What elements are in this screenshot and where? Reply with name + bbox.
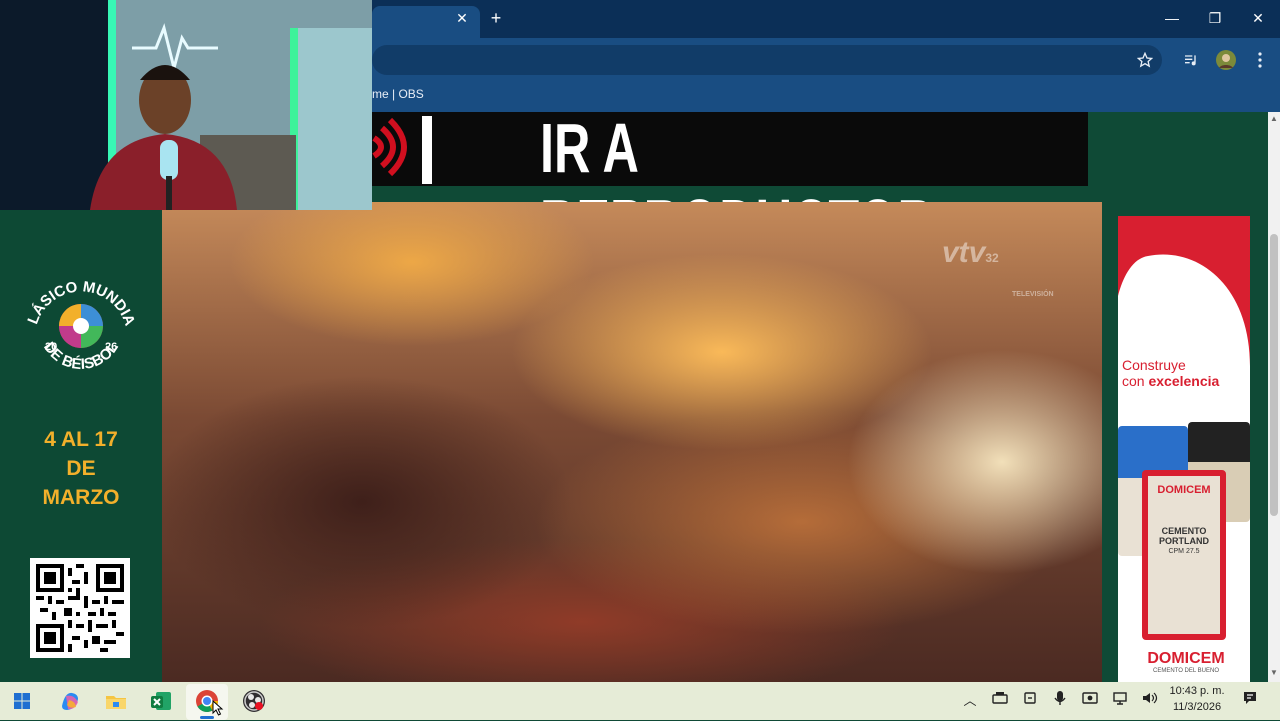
taskbar-clock-time[interactable]: 10:43 p. m. xyxy=(1168,685,1226,697)
watermark-brand: vtv xyxy=(942,236,986,269)
menu-kebab-icon[interactable] xyxy=(1247,48,1273,72)
copilot-icon[interactable] xyxy=(57,688,83,714)
file-explorer-icon[interactable] xyxy=(103,688,129,714)
new-tab-button[interactable]: + xyxy=(486,8,506,28)
tab-close-icon[interactable]: ✕ xyxy=(452,8,472,28)
scroll-down-icon[interactable]: ▼ xyxy=(1268,668,1280,680)
watermark-channel: 32 xyxy=(985,251,999,265)
tray-network-icon[interactable] xyxy=(1110,690,1130,712)
promo-date-line3: MARZO xyxy=(42,486,120,509)
media-queue-icon[interactable] xyxy=(1178,48,1204,72)
qr-code[interactable] xyxy=(30,558,130,658)
promo-year-right: 26 xyxy=(105,341,117,353)
tray-device-icon[interactable] xyxy=(990,690,1010,712)
tray-sync-icon[interactable] xyxy=(1020,690,1040,712)
tray-chevron-up-icon[interactable]: ︿ xyxy=(960,690,980,712)
bag-grade: CPM 27.5 xyxy=(1168,548,1200,555)
profile-avatar-icon[interactable] xyxy=(1213,48,1239,72)
bookmark-item[interactable]: me | OBS xyxy=(372,87,424,101)
tray-volume-icon[interactable] xyxy=(1140,690,1160,712)
watermark-tag: TELEVISIÓN xyxy=(1012,291,1054,298)
scroll-up-icon[interactable]: ▲ xyxy=(1268,114,1280,126)
speaker-icon xyxy=(372,116,412,178)
address-bar[interactable] xyxy=(372,45,1162,75)
windows-start-icon[interactable] xyxy=(9,688,35,714)
bag-brand: DOMICEM xyxy=(1157,484,1211,496)
promo-year-left: 20 xyxy=(45,341,57,353)
ad-headline: Construye con excelencia xyxy=(1122,357,1248,389)
ad-line1: Construye xyxy=(1122,357,1186,373)
cement-bags-image: DOMICEM CEMENTO PORTLAND CPM 27.5 xyxy=(1118,420,1250,642)
notification-center-icon[interactable] xyxy=(1240,690,1260,712)
tray-microphone-icon[interactable] xyxy=(1050,690,1070,712)
ad-line2-prefix: con xyxy=(1122,373,1149,389)
taskbar-clock-date[interactable]: 11/3/2026 xyxy=(1168,701,1226,713)
promo-date-line1: 4 AL 17 xyxy=(44,428,118,451)
obs-icon[interactable] xyxy=(241,688,267,714)
world-baseball-classic-logo: CLÁSICO MUNDIAL DE BÉISBOL 20 26 xyxy=(22,266,138,373)
mouse-cursor-icon xyxy=(212,699,224,716)
excel-icon[interactable] xyxy=(148,688,174,714)
active-app-indicator xyxy=(200,716,214,719)
close-window-button[interactable]: ✕ xyxy=(1238,6,1278,30)
promo-dates: 4 AL 17 DE MARZO xyxy=(20,425,142,512)
promo-date-line2: DE xyxy=(66,457,96,480)
star-icon[interactable] xyxy=(1132,48,1158,72)
channel-watermark: vtv32 TELEVISIÓN xyxy=(942,236,1072,298)
ad-red-arc xyxy=(1118,216,1250,366)
webcam-overlay xyxy=(0,0,372,210)
banner-divider xyxy=(422,116,432,184)
ad-line2-bold: excelencia xyxy=(1148,373,1220,389)
cement-bag-red: DOMICEM CEMENTO PORTLAND CPM 27.5 xyxy=(1142,470,1226,640)
tray-screen-record-icon[interactable] xyxy=(1080,690,1100,712)
bag-label: CEMENTO PORTLAND xyxy=(1159,526,1209,546)
restore-button[interactable]: ❐ xyxy=(1195,6,1235,30)
ad-brand-tagline: CEMENTO DEL BUENO xyxy=(1152,668,1219,674)
banner-title[interactable]: IR A REPRODUCTOR 2 xyxy=(432,110,934,338)
minimize-button[interactable]: — xyxy=(1152,6,1192,30)
ad-brand-logo: DOMICEM xyxy=(1147,650,1225,667)
scrollbar-thumb[interactable] xyxy=(1270,234,1278,516)
